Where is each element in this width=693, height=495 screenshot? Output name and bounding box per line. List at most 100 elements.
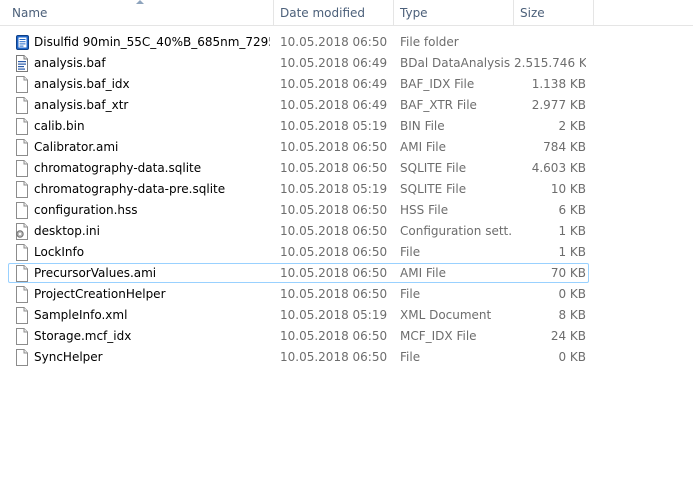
file-size: 1 KB [558,224,586,238]
file-date-modified: 10.05.2018 06:50 [280,287,388,301]
file-row[interactable]: configuration.hss 10.05.2018 06:50 HSS Fil… [0,200,693,221]
file-list: Disulfid 90min_55C_40%B_685nm_7295.m 10.0… [0,32,693,368]
file-type: BDal DataAnalysis ... [400,56,512,70]
file-size: 2.515.746 KB [514,56,586,70]
file-icon [15,97,31,114]
file-date-modified: 10.05.2018 06:49 [280,56,388,70]
file-icon [15,118,31,135]
file-size: 784 KB [543,140,586,154]
file-icon [15,328,31,345]
file-date-modified: 10.05.2018 05:19 [280,308,388,322]
file-size [514,32,586,53]
file-type: BAF_XTR File [400,98,477,112]
file-row[interactable]: Storage.mcf_idx 10.05.2018 06:50 MCF_IDX F… [0,326,693,347]
file-name: chromatography-data.sqlite [34,161,202,175]
file-date-modified: 10.05.2018 06:49 [280,98,388,112]
file-type: Configuration sett... [400,224,512,238]
file-size: 2 KB [558,119,586,133]
file-size: 2.977 KB [531,98,586,112]
file-name: calib.bin [34,119,85,133]
file-name: analysis.baf [34,56,106,70]
file-row[interactable]: analysis.baf_idx 10.05.2018 06:49 BAF_IDX … [0,74,693,95]
file-date-modified: 10.05.2018 06:50 [280,161,388,175]
file-icon [15,265,31,282]
file-type: MCF_IDX File [400,329,477,343]
file-size: 4.603 KB [531,161,586,175]
file-row[interactable]: Disulfid 90min_55C_40%B_685nm_7295.m 10.0… [0,32,693,53]
file-row[interactable]: LockInfo 10.05.2018 06:50 File 1 KB [0,242,693,263]
file-icon [15,307,31,324]
file-name: Calibrator.ami [34,140,119,154]
file-size: 70 KB [550,266,586,280]
file-type: File [400,287,421,301]
column-header-bar: Name Date modified Type Size [0,0,693,26]
file-date-modified: 10.05.2018 06:50 [280,245,388,259]
file-row[interactable]: chromatography-data.sqlite 10.05.2018 06:… [0,158,693,179]
file-type: HSS File [400,203,449,217]
file-icon [15,244,31,261]
file-size: 8 KB [558,308,586,322]
file-row[interactable]: chromatography-data-pre.sqlite 10.05.2018… [0,179,693,200]
file-type: BIN File [400,119,445,133]
file-name: SyncHelper [34,350,103,364]
file-row[interactable]: SyncHelper 10.05.2018 06:50 File 0 KB [0,347,693,368]
file-date-modified: 10.05.2018 06:50 [280,35,388,49]
file-date-modified: 10.05.2018 05:19 [280,119,388,133]
file-icon [15,349,31,366]
file-date-modified: 10.05.2018 05:19 [280,182,388,196]
file-size: 0 KB [558,287,586,301]
column-header-type[interactable]: Type [394,0,514,26]
column-header-size[interactable]: Size [514,0,594,26]
folder-special-icon [15,34,31,51]
file-size: 10 KB [550,182,586,196]
file-name: LockInfo [34,245,85,259]
file-size: 0 KB [558,350,586,364]
file-row[interactable]: desktop.ini 10.05.2018 06:50 Configuration… [0,221,693,242]
file-date-modified: 10.05.2018 06:50 [280,203,388,217]
file-type: SQLITE File [400,161,467,175]
file-date-modified: 10.05.2018 06:50 [280,329,388,343]
column-header-name[interactable]: Name [6,0,274,26]
file-row[interactable]: Calibrator.ami 10.05.2018 06:50 AMI File 78… [0,137,693,158]
file-date-modified: 10.05.2018 06:50 [280,350,388,364]
file-row[interactable]: PrecursorValues.ami 10.05.2018 06:50 AMI F… [0,263,693,284]
file-type: AMI File [400,140,446,154]
column-header-date-modified[interactable]: Date modified [274,0,394,26]
file-type: File [400,245,421,259]
file-size: 1.138 KB [531,77,586,91]
file-date-modified: 10.05.2018 06:50 [280,224,388,238]
file-name: SampleInfo.xml [34,308,128,322]
file-name: PrecursorValues.ami [34,266,157,280]
file-type: File [400,350,421,364]
file-date-modified: 10.05.2018 06:50 [280,266,388,280]
file-row[interactable]: calib.bin 10.05.2018 05:19 BIN File 2 KB [0,116,693,137]
file-row[interactable]: SampleInfo.xml 10.05.2018 05:19 XML Docume… [0,305,693,326]
file-name: ProjectCreationHelper [34,287,166,301]
file-row[interactable]: analysis.baf_xtr 10.05.2018 06:49 BAF_XTR … [0,95,693,116]
file-date-modified: 10.05.2018 06:49 [280,77,388,91]
file-name: analysis.baf_idx [34,77,130,91]
file-icon [15,139,31,156]
file-icon [15,286,31,303]
file-type: SQLITE File [400,182,467,196]
file-icon [15,160,31,177]
file-row[interactable]: analysis.baf 10.05.2018 06:49 BDal DataAna… [0,53,693,74]
file-name: analysis.baf_xtr [34,98,129,112]
file-name: Storage.mcf_idx [34,329,132,343]
data-file-icon [15,55,31,72]
file-icon [15,202,31,219]
file-explorer: Name Date modified Type Size Disulfid 90… [0,0,693,495]
file-name: Disulfid 90min_55C_40%B_685nm_7295.m [34,35,270,49]
file-size: 1 KB [558,245,586,259]
file-date-modified: 10.05.2018 06:50 [280,140,388,154]
file-name: configuration.hss [34,203,138,217]
file-icon [15,181,31,198]
file-type: AMI File [400,266,446,280]
file-name: desktop.ini [34,224,100,238]
file-size: 24 KB [550,329,586,343]
file-type: BAF_IDX File [400,77,475,91]
file-name: chromatography-data-pre.sqlite [34,182,226,196]
file-row[interactable]: ProjectCreationHelper 10.05.2018 06:50 Fil… [0,284,693,305]
file-type: XML Document [400,308,492,322]
file-size: 6 KB [558,203,586,217]
